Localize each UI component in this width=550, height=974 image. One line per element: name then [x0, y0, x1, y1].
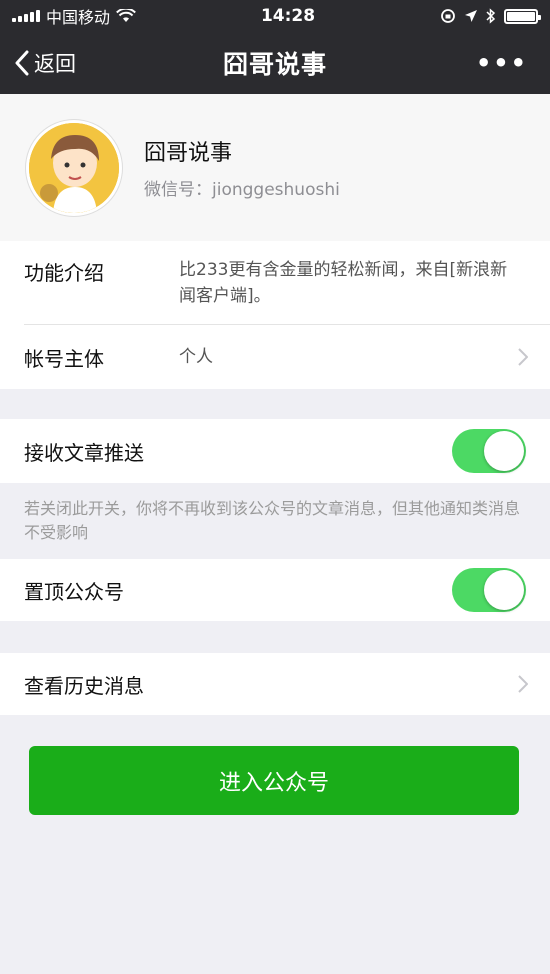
- pin-label: 置顶公众号: [24, 579, 124, 604]
- receive-hint: 若关闭此开关，你将不再收到该公众号的文章消息，但其他通知类消息不受影响: [24, 499, 521, 542]
- status-right: [440, 8, 541, 24]
- status-left: 中国移动: [12, 4, 136, 28]
- toggle-knob: [484, 570, 524, 610]
- owner-value: 个人: [179, 347, 213, 367]
- intro-label: 功能介绍: [24, 261, 104, 285]
- pin-row: 置顶公众号: [0, 559, 550, 621]
- enter-account-button[interactable]: 进入公众号: [29, 746, 519, 815]
- receive-row: 接收文章推送: [0, 419, 550, 483]
- receive-toggle[interactable]: [452, 429, 526, 473]
- avatar[interactable]: [26, 119, 122, 216]
- wifi-icon: [116, 9, 136, 22]
- owner-label: 帐号主体: [24, 346, 104, 371]
- back-label: 返回: [34, 52, 76, 76]
- bluetooth-icon: [486, 8, 496, 24]
- status-bar: 中国移动 14:28: [0, 0, 550, 32]
- profile-text: 囧哥说事 微信号：jionggeshuoshi: [144, 135, 340, 200]
- battery-icon: [503, 8, 541, 24]
- intro-value: 比233更有含金量的轻松新闻，来自[新浪新闻客户端]。: [179, 260, 508, 306]
- info-section: 功能介绍 比233更有含金量的轻松新闻，来自[新浪新闻客户端]。 帐号主体 个人: [0, 241, 550, 389]
- chevron-left-icon: [15, 50, 29, 76]
- location-icon: [464, 10, 477, 22]
- more-button[interactable]: •••: [476, 49, 528, 77]
- receive-label: 接收文章推送: [24, 440, 144, 465]
- lock-rotation-icon: [441, 9, 455, 23]
- pin-toggle[interactable]: [452, 568, 526, 612]
- chevron-right-icon: [518, 348, 528, 366]
- profile-header: 囧哥说事 微信号：jionggeshuoshi: [0, 94, 550, 241]
- account-name: 囧哥说事: [144, 141, 233, 166]
- nav-bar: 返回 囧哥说事 •••: [0, 32, 550, 94]
- history-row[interactable]: 查看历史消息: [0, 653, 550, 715]
- toggle-knob: [484, 431, 524, 471]
- chevron-right-icon: [518, 675, 528, 693]
- owner-row[interactable]: 帐号主体 个人: [0, 325, 550, 389]
- avatar-cartoon-icon: [29, 122, 119, 213]
- pin-section: 置顶公众号: [0, 559, 550, 621]
- history-label: 查看历史消息: [24, 673, 144, 698]
- carrier-label: 中国移动: [46, 8, 111, 27]
- wechat-id: 微信号：jionggeshuoshi: [144, 180, 340, 200]
- back-button[interactable]: 返回: [14, 48, 76, 78]
- page-title: 囧哥说事: [222, 50, 327, 79]
- history-section: 查看历史消息: [0, 653, 550, 715]
- signal-icon: [12, 10, 40, 22]
- intro-row: 功能介绍 比233更有含金量的轻松新闻，来自[新浪新闻客户端]。: [0, 241, 550, 325]
- receive-section: 接收文章推送: [0, 419, 550, 483]
- status-time: 14:28: [260, 6, 316, 26]
